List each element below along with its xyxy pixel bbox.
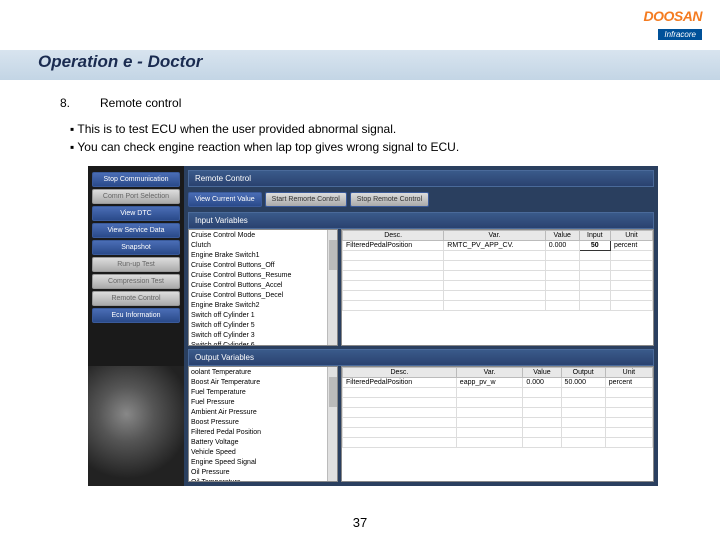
scrollbar[interactable] <box>327 367 337 482</box>
sidebar-button[interactable]: Stop Communication <box>92 172 180 187</box>
sidebar-button[interactable]: Compression Test <box>92 274 180 289</box>
action-button[interactable]: View Current Value <box>188 192 262 207</box>
sidebar-button[interactable]: Comm Port Selection <box>92 189 180 204</box>
list-item[interactable]: Battery Voltage <box>191 438 335 448</box>
panel-title: Remote Control <box>188 170 654 187</box>
list-item[interactable]: Oil Pressure <box>191 468 335 478</box>
col-header: Var. <box>444 231 545 241</box>
list-item[interactable]: Engine Brake Switch2 <box>191 301 335 311</box>
list-item[interactable]: Cruise Control Mode <box>191 231 335 241</box>
list-item[interactable]: Switch off Cylinder 6 <box>191 341 335 346</box>
sidebar-button[interactable]: Snapshot <box>92 240 180 255</box>
cell-input[interactable]: 50 <box>579 241 610 251</box>
list-item[interactable]: oolant Temperature <box>191 368 335 378</box>
list-item[interactable]: Fuel Pressure <box>191 398 335 408</box>
scrollbar[interactable] <box>327 230 337 345</box>
cell-var: RMTC_PV_APP_CV. <box>444 241 545 251</box>
brand-logo: DOOSAN Infracore <box>644 8 702 42</box>
col-header: Value <box>545 231 579 241</box>
output-grid[interactable]: Desc.Var.ValueOutputUnit FilteredPedalPo… <box>341 366 654 483</box>
list-item[interactable]: Engine Speed Signal <box>191 458 335 468</box>
output-listbox[interactable]: oolant TemperatureBoost Air TemperatureF… <box>188 366 338 483</box>
col-header: Unit <box>610 231 652 241</box>
input-listbox[interactable]: Cruise Control ModeClutchEngine Brake Sw… <box>188 229 338 346</box>
action-button[interactable]: Stop Remote Control <box>350 192 429 207</box>
sidebar: Stop Communication Comm Port Selection Vie… <box>88 166 184 486</box>
list-item[interactable]: Switch off Cylinder 3 <box>191 331 335 341</box>
list-item[interactable]: Boost Air Temperature <box>191 378 335 388</box>
cell-desc: FilteredPedalPosition <box>343 241 444 251</box>
col-header: Unit <box>605 367 652 377</box>
cell-value: 0.000 <box>545 241 579 251</box>
section-title: Remote control <box>100 96 181 110</box>
engine-image <box>88 366 184 486</box>
col-header: Var. <box>456 367 523 377</box>
list-item[interactable]: Cruise Control Buttons_Decel <box>191 291 335 301</box>
bullet-list: This is to test ECU when the user provid… <box>70 120 459 156</box>
col-header: Desc. <box>343 367 457 377</box>
list-item[interactable]: Engine Brake Switch1 <box>191 251 335 261</box>
cell-unit: percent <box>605 377 652 387</box>
list-item[interactable]: Cruise Control Buttons_Off <box>191 261 335 271</box>
list-item[interactable]: Cruise Control Buttons_Accel <box>191 281 335 291</box>
input-grid[interactable]: Desc.Var.ValueInputUnit FilteredPedalPos… <box>341 229 654 346</box>
col-header: Value <box>523 367 561 377</box>
list-item[interactable]: Switch off Cylinder 5 <box>191 321 335 331</box>
list-item[interactable]: Fuel Temperature <box>191 388 335 398</box>
list-item[interactable]: Filtered Pedal Position <box>191 428 335 438</box>
col-header: Input <box>579 231 610 241</box>
button-row: View Current ValueStart Remorte ControlS… <box>188 190 654 209</box>
list-item[interactable]: Oil Temperature <box>191 478 335 483</box>
app-window: Stop Communication Comm Port Selection Vie… <box>88 166 658 486</box>
cell-output: 50.000 <box>561 377 605 387</box>
list-item[interactable]: Ambient Air Pressure <box>191 408 335 418</box>
bullet-item: This is to test ECU when the user provid… <box>70 120 459 138</box>
input-vars-title: Input Variables <box>188 212 654 229</box>
page-title: Operation e - Doctor <box>38 52 202 72</box>
list-item[interactable]: Cruise Control Buttons_Resume <box>191 271 335 281</box>
list-item[interactable]: Switch off Cylinder 1 <box>191 311 335 321</box>
bullet-item: You can check engine reaction when lap t… <box>70 138 459 156</box>
page-number: 37 <box>0 515 720 530</box>
col-header: Output <box>561 367 605 377</box>
cell-desc: FilteredPedalPosition <box>343 377 457 387</box>
output-vars-title: Output Variables <box>188 349 654 366</box>
sidebar-button[interactable]: Run-up Test <box>92 257 180 272</box>
sidebar-button[interactable]: View Service Data <box>92 223 180 238</box>
sidebar-button[interactable]: Ecu Information <box>92 308 180 323</box>
list-item[interactable]: Vehicle Speed <box>191 448 335 458</box>
brand-name: DOOSAN <box>644 8 702 24</box>
list-item[interactable]: Clutch <box>191 241 335 251</box>
main-panel: Remote Control View Current ValueStart R… <box>184 166 658 486</box>
section-number: 8. <box>60 96 70 110</box>
sidebar-button[interactable]: Remote Control <box>92 291 180 306</box>
col-header: Desc. <box>343 231 444 241</box>
cell-var: eapp_pv_w <box>456 377 523 387</box>
action-button[interactable]: Start Remorte Control <box>265 192 347 207</box>
cell-value: 0.000 <box>523 377 561 387</box>
sidebar-button[interactable]: View DTC <box>92 206 180 221</box>
cell-unit: percent <box>610 241 652 251</box>
list-item[interactable]: Boost Pressure <box>191 418 335 428</box>
brand-sub: Infracore <box>658 29 702 40</box>
